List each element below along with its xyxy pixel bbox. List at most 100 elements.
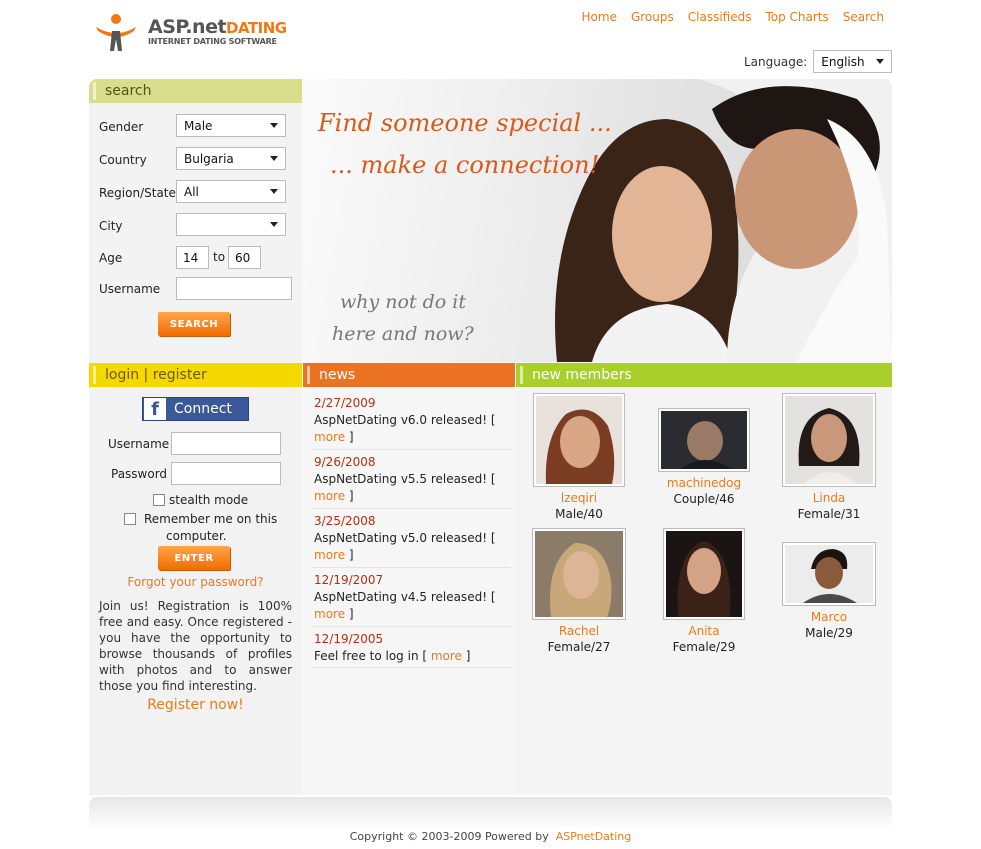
language-selector: Language: English	[744, 50, 893, 73]
member-photo[interactable]	[658, 408, 750, 472]
news-text: AspNetDating v5.5 released!	[314, 472, 487, 486]
news-header: news	[303, 363, 515, 387]
member-avatar	[785, 396, 873, 484]
member-name[interactable]: lzeqiri	[524, 491, 634, 505]
member-photo[interactable]	[782, 393, 876, 487]
news-divider	[311, 449, 511, 450]
news-more-link[interactable]: more	[314, 607, 345, 621]
news-date: 3/25/2008	[314, 514, 376, 528]
member-name[interactable]: machinedog	[649, 476, 759, 490]
age-label: Age	[99, 251, 123, 265]
facebook-icon: f	[144, 398, 166, 420]
news-date: 2/27/2009	[314, 396, 376, 410]
hero-subline-2: here and now?	[332, 323, 474, 345]
login-header[interactable]: login | register	[89, 363, 302, 387]
search-button[interactable]: SEARCH	[158, 312, 230, 336]
news-more-link[interactable]: more	[314, 489, 345, 503]
register-now-link[interactable]: Register now!	[89, 697, 302, 713]
footer-bar	[89, 797, 892, 829]
chevron-down-icon	[876, 59, 885, 64]
member-info: Female/31	[797, 507, 861, 521]
member-name[interactable]: Linda	[774, 491, 884, 505]
chevron-down-icon	[270, 123, 278, 128]
forgot-password-link[interactable]: Forgot your password?	[89, 575, 302, 589]
gender-label: Gender	[99, 120, 144, 134]
city-select[interactable]	[176, 213, 286, 236]
member-photo[interactable]	[532, 528, 626, 620]
member-name[interactable]: Marco	[774, 610, 884, 624]
member-card[interactable]: machinedog Couple/46	[649, 408, 759, 506]
enter-button[interactable]: ENTER	[158, 546, 230, 570]
login-password-label: Password	[111, 467, 168, 481]
login-panel: login | register f Connect Username Pass…	[89, 363, 302, 795]
news-divider	[311, 667, 511, 668]
logo[interactable]: ASP.netDATING INTERNET DATING SOFTWARE	[94, 13, 287, 53]
news-item: 9/26/2008 AspNetDating v5.5 released! [ …	[314, 454, 509, 505]
nav-search[interactable]: Search	[843, 10, 884, 24]
logo-tagline: INTERNET DATING SOFTWARE	[148, 37, 277, 46]
member-card[interactable]: Rachel Female/27	[524, 528, 634, 654]
member-card[interactable]: lzeqiri Male/40	[524, 393, 634, 521]
member-photo[interactable]	[533, 393, 625, 487]
news-text: AspNetDating v4.5 released!	[314, 590, 487, 604]
nav-top-charts[interactable]: Top Charts	[765, 10, 828, 24]
news-more-link[interactable]: more	[314, 430, 345, 444]
new-members-header: new members	[516, 363, 892, 387]
news-item: 12/19/2005 Feel free to log in [ more ]	[314, 631, 509, 665]
nav-home[interactable]: Home	[582, 10, 617, 24]
nav-classifieds[interactable]: Classifieds	[688, 10, 752, 24]
chevron-down-icon	[270, 222, 278, 227]
search-header: search	[89, 79, 302, 103]
news-date: 9/26/2008	[314, 455, 376, 469]
country-select[interactable]: Bulgaria	[176, 147, 286, 170]
news-text: AspNetDating v5.0 released!	[314, 531, 487, 545]
city-label: City	[99, 219, 123, 233]
username-label: Username	[99, 282, 161, 296]
remember-me-label-2: computer.	[166, 529, 227, 543]
nav-groups[interactable]: Groups	[631, 10, 674, 24]
copyright-text: Copyright © 2003-2009 Powered by	[349, 830, 549, 843]
member-avatar	[535, 531, 623, 617]
country-label: Country	[99, 153, 147, 167]
chevron-down-icon	[270, 189, 278, 194]
member-name[interactable]: Rachel	[524, 624, 634, 638]
remember-me-label-1: Remember me on this	[144, 512, 278, 526]
member-info: Female/27	[547, 640, 611, 654]
gender-select[interactable]: Male	[176, 114, 286, 137]
news-panel: news 2/27/2009 AspNetDating v6.0 release…	[303, 363, 515, 795]
member-photo[interactable]	[782, 542, 876, 606]
news-more-link[interactable]: more	[314, 548, 345, 562]
search-panel: search Gender Male Country Bulgaria Regi…	[89, 79, 302, 362]
join-text: Join us! Registration is 100% free and e…	[99, 599, 292, 693]
member-info: Male/40	[555, 507, 603, 521]
new-members-panel: new members lzeqiri Male/40 machinedog C…	[516, 363, 892, 795]
remember-me-checkbox[interactable]	[124, 513, 136, 525]
member-card[interactable]: Linda Female/31	[774, 393, 884, 521]
powered-by-link[interactable]: ASPnetDating	[556, 830, 632, 843]
login-password-input[interactable]	[171, 462, 281, 485]
facebook-connect-button[interactable]: f Connect	[142, 397, 249, 421]
region-label: Region/State	[99, 186, 176, 200]
hero-headline-2: ... make a connection!	[330, 151, 600, 179]
news-item: 3/25/2008 AspNetDating v5.0 released! [ …	[314, 513, 509, 564]
member-card[interactable]: Marco Male/29	[774, 542, 884, 640]
login-username-input[interactable]	[171, 432, 281, 455]
news-more-link[interactable]: more	[431, 649, 462, 663]
member-info: Male/29	[805, 626, 853, 640]
age-from-input[interactable]: 14	[176, 246, 209, 269]
member-avatar	[666, 531, 742, 617]
member-card[interactable]: Anita Female/29	[649, 528, 759, 654]
news-item: 2/27/2009 AspNetDating v6.0 released! [ …	[314, 395, 509, 446]
language-select[interactable]: English	[813, 50, 893, 73]
member-photo[interactable]	[663, 528, 745, 620]
news-divider	[311, 567, 511, 568]
region-select[interactable]: All	[176, 180, 286, 203]
age-to-input[interactable]: 60	[228, 246, 261, 269]
copyright: Copyright © 2003-2009 Powered by ASPnetD…	[0, 830, 981, 843]
age-to-label: to	[213, 250, 226, 264]
member-name[interactable]: Anita	[649, 624, 759, 638]
hero-banner: Find someone special ... ... make a conn…	[302, 79, 892, 362]
username-search-input[interactable]	[176, 277, 292, 300]
stealth-mode-checkbox[interactable]	[153, 494, 165, 506]
logo-figure-icon	[96, 14, 136, 51]
